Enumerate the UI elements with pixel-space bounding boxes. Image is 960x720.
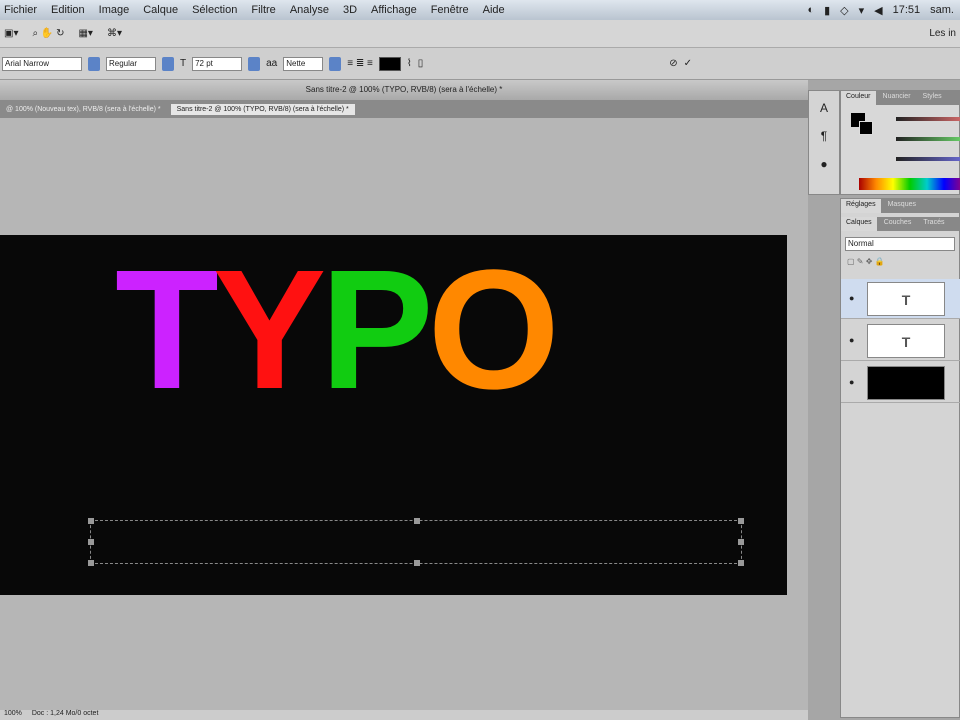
panels-toggle-icon[interactable]: ▯ <box>418 58 424 69</box>
resize-handle[interactable] <box>738 539 744 545</box>
options-bar: Arial Narrow Regular T 72 pt aa Nette ≡ … <box>0 48 960 80</box>
menu-3d[interactable]: 3D <box>343 4 357 16</box>
font-style-field[interactable]: Regular <box>106 56 156 71</box>
tab-couleur[interactable]: Couleur <box>841 91 876 105</box>
tab-reglages[interactable]: Réglages <box>841 199 881 213</box>
tab-calques[interactable]: Calques <box>841 217 877 231</box>
tab-document-2[interactable]: Sans titre-2 @ 100% (TYPO, RVB/8) (sera … <box>170 103 355 115</box>
tab-styles[interactable]: Styles <box>918 91 947 105</box>
resize-handle[interactable] <box>88 560 94 566</box>
letter-t: T <box>115 235 219 425</box>
clock[interactable]: 17:51 <box>893 4 921 17</box>
layer-thumbnail <box>867 366 945 400</box>
document-title: Sans titre-2 @ 100% (TYPO, RVB/8) (sera … <box>0 80 808 100</box>
layer-thumbnail: T <box>867 282 945 316</box>
menu-filtre[interactable]: Filtre <box>251 4 275 16</box>
system-status: ◐ ▮ ◇ ▾ ◀ 17:51 sam. <box>807 4 960 17</box>
resize-handle[interactable] <box>414 560 420 566</box>
canvas-area[interactable]: T Y P O <box>0 118 840 710</box>
resize-handle[interactable] <box>414 518 420 524</box>
layers-panel: Réglages Masques Calques Couches Tracés … <box>840 198 960 718</box>
menu-bar: Fichier Edition Image Calque Sélection F… <box>0 0 960 20</box>
antialias-icon: aa <box>266 58 278 69</box>
menu-image[interactable]: Image <box>99 4 130 16</box>
align-icons[interactable]: ≡ ≣ ≡ <box>347 58 373 69</box>
layer-row[interactable]: ● <box>841 363 960 403</box>
layer-row[interactable]: ● T <box>841 279 960 319</box>
eye-icon[interactable]: ● <box>849 377 854 387</box>
right-panel-dock: A ¶ ● Couleur Nuancier Styles Réglages M… <box>808 80 960 720</box>
arrange-icon[interactable]: ▦▾ <box>78 28 92 39</box>
blend-mode-select[interactable]: Normal <box>845 237 955 251</box>
resize-handle[interactable] <box>738 560 744 566</box>
user-name[interactable]: sam. <box>930 4 954 17</box>
status-icon[interactable]: ◇ <box>840 4 848 17</box>
screen-mode-icon[interactable]: ⌘▾ <box>107 28 122 39</box>
brush-icon[interactable]: ● <box>820 157 827 171</box>
color-panel: Couleur Nuancier Styles <box>840 90 960 195</box>
tab-nuancier[interactable]: Nuancier <box>878 91 916 105</box>
typo-text[interactable]: T Y P O <box>115 235 560 425</box>
letter-p: P <box>320 235 433 425</box>
tab-traces[interactable]: Tracés <box>918 217 949 231</box>
status-icon[interactable]: ▮ <box>824 4 830 17</box>
document-tabs: @ 100% (Nouveau tex), RVB/8 (sera à l'éc… <box>0 100 808 118</box>
resize-handle[interactable] <box>738 518 744 524</box>
dropdown-icon[interactable] <box>248 56 261 71</box>
lock-icons[interactable]: ▢ ✎ ✥ 🔒 <box>841 257 959 266</box>
cancel-icon[interactable]: ⊘ <box>669 58 677 69</box>
menu-affichage[interactable]: Affichage <box>371 4 417 16</box>
commit-icon[interactable]: ✓ <box>684 58 692 69</box>
background-color[interactable] <box>859 121 873 135</box>
zoom-tools-icon[interactable]: ⌕ ✋ ↻ <box>32 28 64 39</box>
menu-analyse[interactable]: Analyse <box>290 4 329 16</box>
menu-selection[interactable]: Sélection <box>192 4 237 16</box>
document-canvas[interactable]: T Y P O <box>0 235 787 595</box>
blue-slider[interactable] <box>896 157 960 161</box>
green-slider[interactable] <box>896 137 960 141</box>
antialias-field[interactable]: Nette <box>283 56 324 71</box>
paragraph-icon[interactable]: ¶ <box>821 129 827 143</box>
bridge-icon[interactable]: ▣▾ <box>4 28 18 39</box>
red-slider[interactable] <box>896 117 960 121</box>
text-bounding-box[interactable] <box>88 518 744 566</box>
dropdown-icon[interactable] <box>88 56 100 71</box>
text-color-swatch[interactable] <box>378 56 401 71</box>
volume-icon[interactable]: ◀ <box>874 4 882 17</box>
font-family-field[interactable]: Arial Narrow <box>2 56 82 71</box>
color-spectrum[interactable] <box>859 178 960 190</box>
panel-icons: A ¶ ● <box>808 90 840 195</box>
eye-icon[interactable]: ● <box>849 293 854 303</box>
tab-masques[interactable]: Masques <box>883 199 921 213</box>
letter-y: Y <box>212 235 326 425</box>
menu-edition[interactable]: Edition <box>51 4 85 16</box>
menu-calque[interactable]: Calque <box>143 4 178 16</box>
eye-icon[interactable]: ● <box>849 335 854 345</box>
dropdown-icon[interactable] <box>162 56 174 71</box>
resize-handle[interactable] <box>88 539 94 545</box>
status-icon[interactable]: ◐ <box>807 4 814 17</box>
character-icon[interactable]: A <box>820 101 828 115</box>
doc-info: Doc : 1,24 Mo/0 octet <box>31 710 99 717</box>
zoom-level[interactable]: 100% <box>4 710 22 717</box>
layer-row[interactable]: ● T <box>841 321 960 361</box>
application-bar: ▣▾ ⌕ ✋ ↻ ▦▾ ⌘▾ Les in <box>0 20 960 48</box>
workspace-label[interactable]: Les in <box>929 28 960 39</box>
wifi-icon[interactable]: ▾ <box>859 4 865 17</box>
font-size-field[interactable]: 72 pt <box>192 56 243 71</box>
tab-document-1[interactable]: @ 100% (Nouveau tex), RVB/8 (sera à l'éc… <box>0 104 167 115</box>
layer-thumbnail: T <box>867 324 945 358</box>
font-size-icon: T <box>180 58 187 69</box>
warp-text-icon[interactable]: ⌇ <box>407 58 412 69</box>
menu-fichier[interactable]: Fichier <box>4 4 37 16</box>
resize-handle[interactable] <box>88 518 94 524</box>
status-bar: 100% Doc : 1,24 Mo/0 octet <box>0 710 840 720</box>
letter-o: O <box>427 235 560 425</box>
dropdown-icon[interactable] <box>329 56 342 71</box>
menu-aide[interactable]: Aide <box>483 4 505 16</box>
menu-fenetre[interactable]: Fenêtre <box>431 4 469 16</box>
tab-couches[interactable]: Couches <box>879 217 917 231</box>
